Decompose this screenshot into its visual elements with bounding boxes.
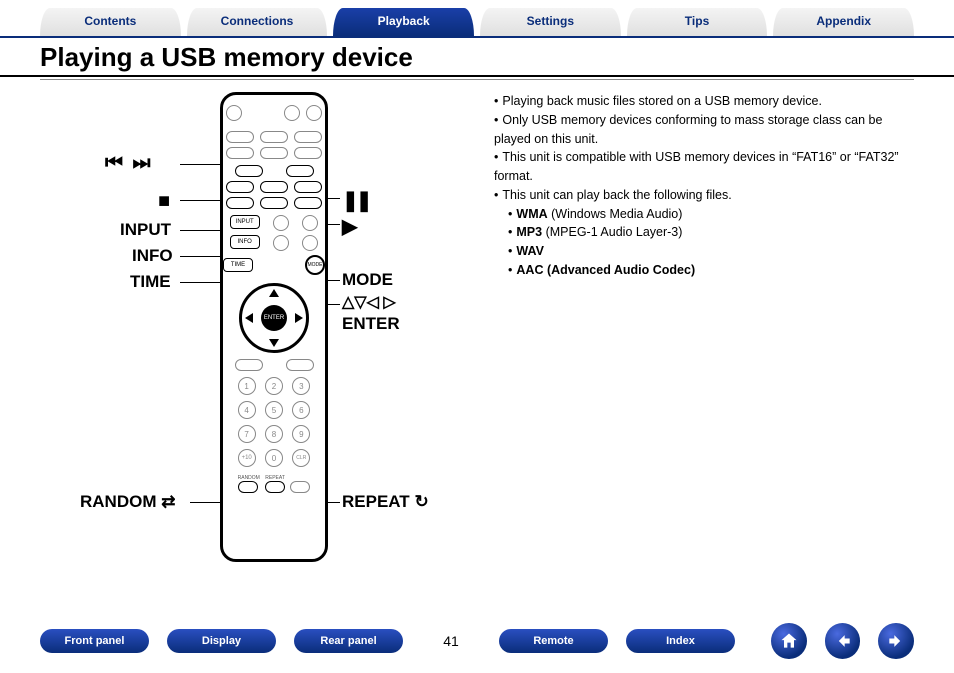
file-type: WAV [508, 242, 914, 261]
bullet: Only USB memory devices conforming to ma… [494, 111, 914, 149]
remote-random-btn [238, 481, 258, 493]
home-icon [779, 631, 799, 651]
description-text: Playing back music files stored on a USB… [490, 92, 914, 582]
remote-rew [226, 181, 254, 193]
callout-play-icon: ▶ [342, 214, 357, 239]
tab-tips[interactable]: Tips [627, 8, 768, 36]
remote-random-label: RANDOM [238, 475, 260, 481]
remote-pause [294, 197, 322, 209]
remote-info-btn: INFO [230, 235, 260, 249]
prev-page-button[interactable] [825, 623, 861, 659]
nav-rear-panel[interactable]: Rear panel [294, 629, 403, 653]
remote-btn [260, 131, 288, 143]
remote-mode-sel [260, 181, 288, 193]
remote-btn [294, 147, 322, 159]
remote-btn [284, 105, 300, 121]
callout-input: INPUT [120, 220, 171, 240]
callout-random-text: RANDOM [80, 492, 157, 511]
remote-btn [226, 105, 242, 121]
remote-control: INPUT INFO TIME MODE ENTER [220, 92, 328, 562]
nav-front-panel[interactable]: Front panel [40, 629, 149, 653]
remote-input-btn: INPUT [230, 215, 260, 229]
tab-connections[interactable]: Connections [187, 8, 328, 36]
top-tab-bar: Contents Connections Playback Settings T… [0, 0, 954, 38]
callout-mode: MODE [342, 270, 393, 290]
tab-settings[interactable]: Settings [480, 8, 621, 36]
file-type: WMA (Windows Media Audio) [508, 205, 914, 224]
remote-time-btn: TIME [223, 258, 253, 272]
remote-btn [302, 215, 318, 231]
page-number: 41 [421, 633, 481, 649]
callout-stop-icon: ■ [158, 190, 170, 213]
remote-dpad: ENTER [239, 283, 309, 353]
callout-repeat: REPEAT ↻ [342, 492, 429, 512]
home-button[interactable] [771, 623, 807, 659]
shuffle-icon: ⇄ [161, 492, 175, 511]
callout-time: TIME [130, 272, 171, 292]
remote-skip-back [235, 165, 263, 177]
remote-btn [226, 147, 254, 159]
remote-skip-fwd [286, 165, 314, 177]
remote-stop [226, 197, 254, 209]
remote-btn [273, 215, 289, 231]
next-page-button[interactable] [878, 623, 914, 659]
nav-display[interactable]: Display [167, 629, 276, 653]
bullet: This unit is compatible with USB memory … [494, 148, 914, 186]
nav-index[interactable]: Index [626, 629, 735, 653]
bullet: Playing back music files stored on a USB… [494, 92, 914, 111]
repeat-icon: ↻ [414, 492, 428, 511]
callout-prev-next-icon: ⏮ ⏭ [105, 152, 153, 175]
page-title: Playing a USB memory device [0, 38, 954, 77]
remote-play [260, 197, 288, 209]
remote-btn [302, 235, 318, 251]
remote-diagram-area: ⏮ ⏭ ■ INPUT INFO TIME RANDOM ⇄ ❚❚ ▶ MODE… [40, 92, 480, 582]
tab-contents[interactable]: Contents [40, 8, 181, 36]
file-type: AAC (Advanced Audio Codec) [508, 261, 914, 280]
remote-btn [294, 131, 322, 143]
remote-btn [235, 359, 263, 371]
remote-btn [273, 235, 289, 251]
remote-repeat-btn [265, 481, 285, 493]
remote-btn [290, 481, 310, 493]
remote-btn [260, 147, 288, 159]
callout-repeat-text: REPEAT [342, 492, 410, 511]
file-type: MP3 (MPEG-1 Audio Layer-3) [508, 223, 914, 242]
remote-mode-btn: MODE [305, 255, 325, 275]
remote-btn [286, 359, 314, 371]
bottom-nav: Front panel Display Rear panel 41 Remote… [0, 623, 954, 659]
remote-repeat-label: REPEAT [265, 475, 285, 481]
callout-nav-arrows-icon: △▽◁ ▷ [342, 292, 396, 312]
callout-pause-icon: ❚❚ [342, 188, 370, 213]
nav-remote[interactable]: Remote [499, 629, 608, 653]
callout-enter: ENTER [342, 314, 400, 334]
bullet: This unit can play back the following fi… [494, 186, 914, 205]
arrow-right-icon [886, 631, 906, 651]
remote-btn [306, 105, 322, 121]
remote-ff [294, 181, 322, 193]
callout-info: INFO [132, 246, 173, 266]
remote-enter-btn: ENTER [261, 305, 287, 331]
remote-btn [226, 131, 254, 143]
tab-appendix[interactable]: Appendix [773, 8, 914, 36]
arrow-left-icon [833, 631, 853, 651]
tab-playback[interactable]: Playback [333, 8, 474, 36]
callout-random: RANDOM ⇄ [80, 492, 175, 512]
